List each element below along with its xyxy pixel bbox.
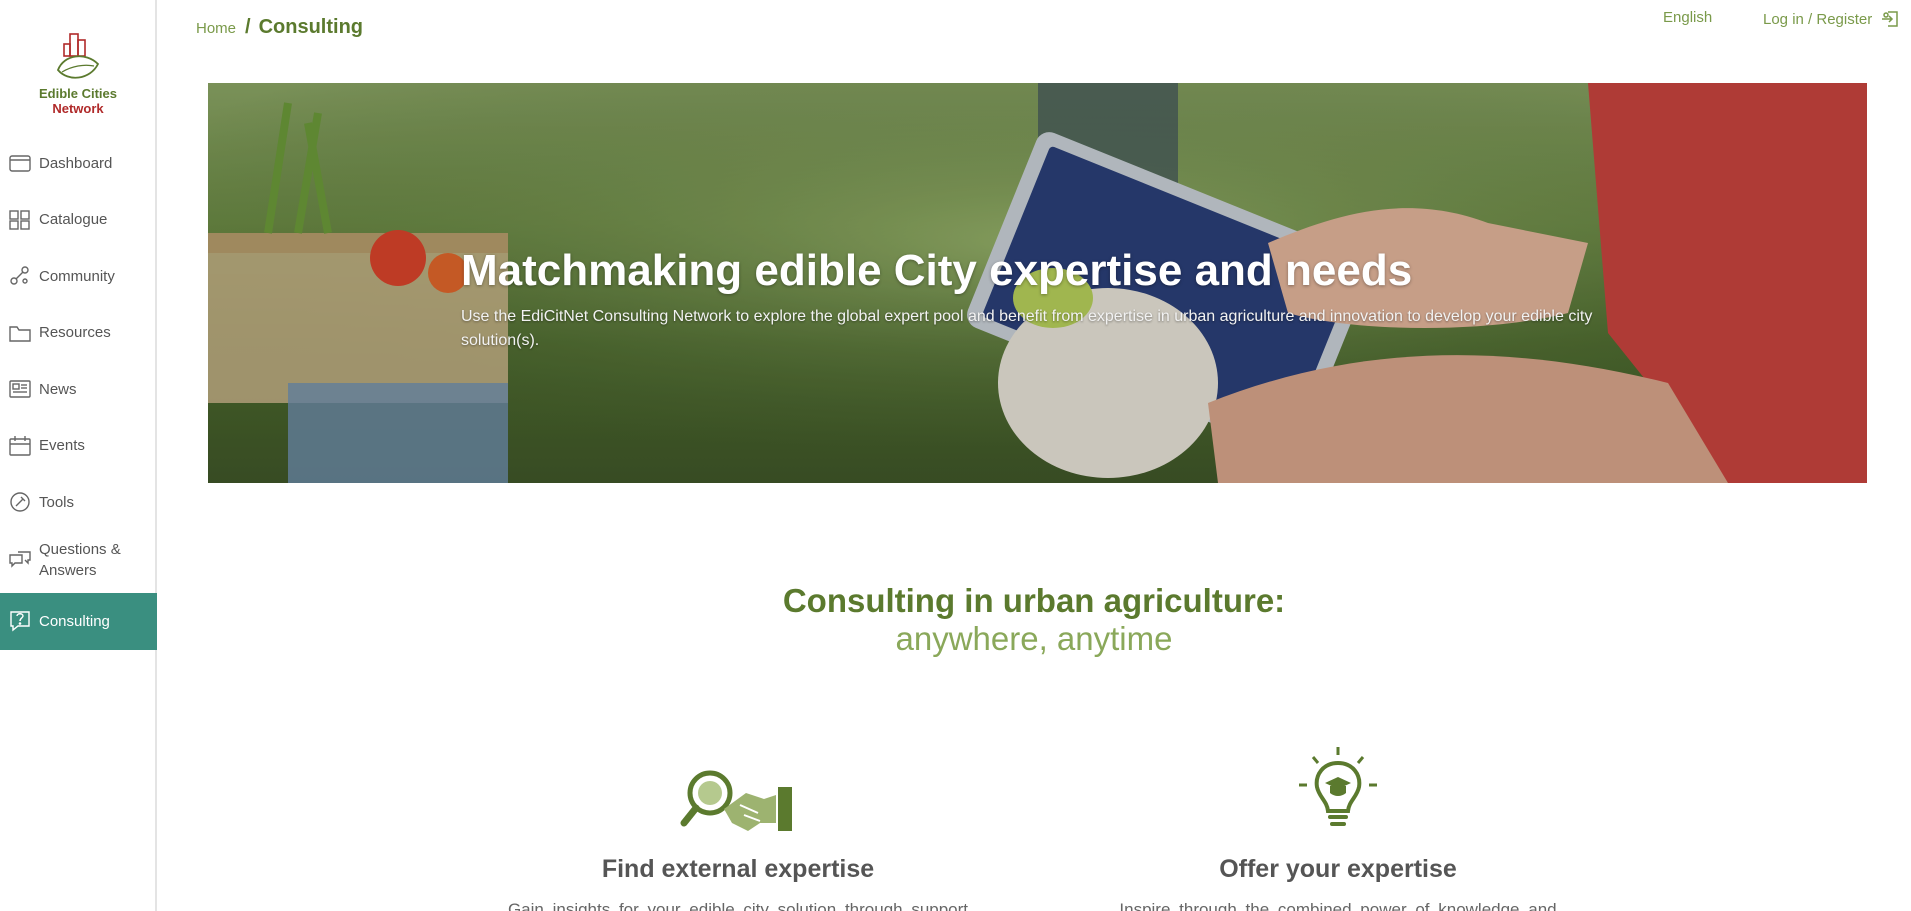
sidebar-item-consulting[interactable]: Consulting (0, 592, 157, 650)
sidebar-item-resources[interactable]: Resources (0, 305, 157, 362)
logo-icon (56, 33, 100, 79)
hero-title: Matchmaking edible City expertise and ne… (461, 246, 1413, 295)
sidebar-item-label: Resources (39, 324, 111, 342)
sidebar-nav: Dashboard Catalogue Community Resources … (0, 135, 157, 650)
login-label: Log in / Register (1763, 10, 1873, 28)
breadcrumb-separator: / (245, 16, 251, 38)
sidebar-item-label: Community (39, 267, 115, 285)
find-expertise-card[interactable]: Find external expertise Gain insights fo… (478, 745, 998, 911)
logo-line2: Network (52, 101, 104, 116)
edible-cities-logo[interactable]: Edible Cities Network (28, 30, 128, 120)
sidebar-item-label: Questions & Answers (39, 540, 121, 579)
sidebar: Edible Cities Network Dashboard Catalogu… (0, 0, 157, 911)
sidebar-item-label: Consulting (39, 612, 110, 630)
breadcrumb: Home / Consulting (196, 16, 363, 39)
sidebar-item-label: Events (39, 437, 85, 455)
breadcrumb-home-link[interactable]: Home (196, 20, 236, 37)
hero-banner: Matchmaking edible City expertise and ne… (208, 83, 1867, 483)
sidebar-item-label: Catalogue (39, 211, 108, 229)
logo-line1: Edible Cities (38, 86, 118, 101)
dashboard-icon (9, 152, 31, 174)
catalogue-icon (9, 209, 31, 231)
language-selector[interactable]: English (1663, 9, 1712, 26)
sidebar-item-events[interactable]: Events (0, 418, 157, 475)
card-title: Find external expertise (601, 855, 875, 883)
offer-expertise-card[interactable]: Offer your expertise Inspire through the… (1078, 745, 1598, 911)
section-subtitle: anywhere, anytime (895, 620, 1173, 657)
calendar-icon (9, 435, 31, 457)
folder-icon (9, 322, 31, 344)
sidebar-item-questions-answers[interactable]: Questions & Answers (0, 531, 157, 589)
sidebar-item-tools[interactable]: Tools (0, 474, 157, 531)
sidebar-item-catalogue[interactable]: Catalogue (0, 192, 157, 249)
section-title: Consulting in urban agriculture: (782, 582, 1286, 619)
login-register-link[interactable]: Log in / Register (1763, 9, 1900, 29)
sidebar-item-dashboard[interactable]: Dashboard (0, 135, 157, 192)
community-icon (9, 265, 31, 287)
sidebar-item-news[interactable]: News (0, 361, 157, 418)
tools-icon (9, 491, 31, 513)
sidebar-item-label: Tools (39, 493, 75, 511)
sidebar-item-community[interactable]: Community (0, 248, 157, 305)
lightbulb-graduate-icon (1078, 745, 1598, 835)
card-text: Gain insights for your edible city solut… (507, 900, 969, 911)
card-title: Offer your expertise (1219, 855, 1457, 883)
hero-subtitle: Use the EdiCitNet Consulting Network to … (461, 308, 1593, 349)
chat-icon (9, 549, 31, 571)
card-text: Inspire through the combined power of kn… (1119, 900, 1557, 911)
login-icon (1882, 11, 1898, 27)
sidebar-item-label: News (39, 380, 77, 398)
page-title: Consulting (258, 16, 364, 38)
magnifier-handshake-icon (478, 745, 998, 835)
sidebar-item-label: Dashboard (39, 154, 113, 172)
news-icon (9, 378, 31, 400)
consulting-icon (9, 610, 31, 632)
